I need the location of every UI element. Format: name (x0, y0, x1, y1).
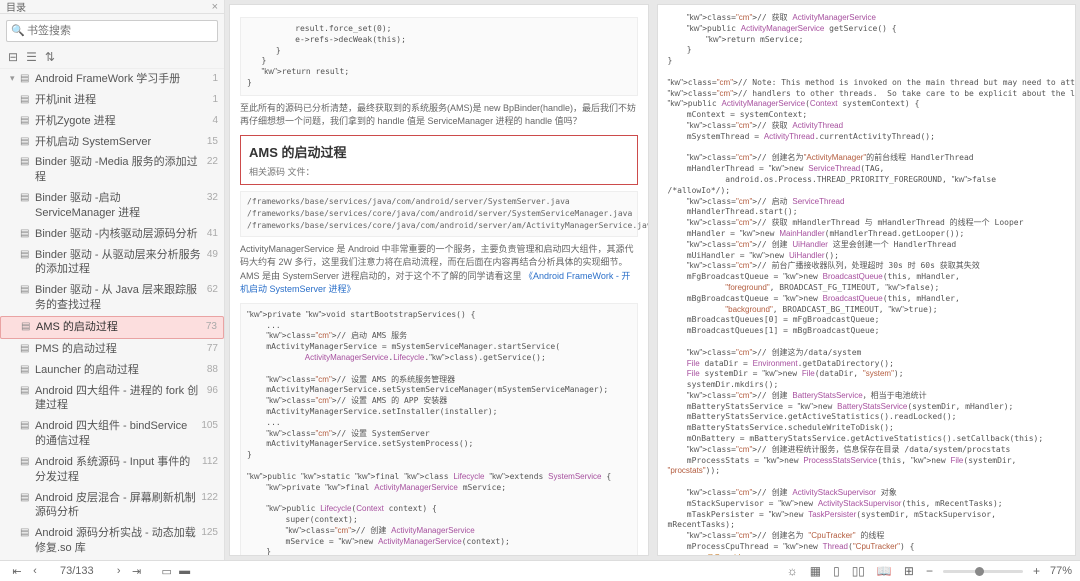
doc-icon: ▤ (20, 419, 32, 433)
doc-icon: ▤ (20, 155, 32, 169)
doc-icon: ▤ (20, 491, 32, 505)
nav-prev-icon[interactable]: ‹ (26, 565, 44, 577)
doc-icon: ▤ (20, 191, 32, 205)
zoom-control: − + 77% (920, 564, 1072, 578)
bookmark-item[interactable]: ▤AMS 的启动过程73 (0, 316, 224, 339)
doc-icon: ▤ (20, 227, 32, 241)
bookmark-item[interactable]: ▤Binder 驱动 -启动 ServiceManager 进程32 (0, 188, 224, 224)
nav-first-icon[interactable]: ⇤ (8, 565, 26, 578)
sidebar-title: 目录 (6, 0, 26, 14)
bookmark-item[interactable]: ▤Android 四大组件 - bindService 的通信过程105 (0, 416, 224, 452)
zoom-value: 77% (1050, 565, 1072, 577)
read-mode-icon[interactable]: 📖 (877, 564, 892, 578)
doc-icon: ▤ (20, 384, 32, 398)
doc-icon: ▤ (20, 455, 32, 469)
doc-icon: ▤ (20, 93, 32, 107)
bookmark-item[interactable]: ▤Binder 驱动 -Media 服务的添加过程22 (0, 152, 224, 188)
paragraph: ActivityManagerService 是 Android 中非常重要的一… (240, 243, 638, 297)
section-heading-box: AMS 的启动过程 相关源码 文件： (240, 135, 638, 185)
zoom-out-icon[interactable]: − (926, 564, 933, 578)
collapse-icon[interactable]: ⊟ (8, 50, 18, 64)
doc-icon: ▤ (20, 342, 32, 356)
doc-icon: ▤ (20, 135, 32, 149)
bookmark-item[interactable]: ▤Android 四大组件 - 进程的 fork 创建过程96 (0, 381, 224, 417)
grid-view-icon[interactable]: ▦ (810, 564, 821, 578)
doc-icon: ▤ (21, 320, 33, 334)
bookmark-item[interactable]: ▤Android 系统源码 - Input 事件的分发过程112 (0, 452, 224, 488)
close-icon[interactable]: × (212, 1, 218, 13)
fit-page-icon[interactable]: ▭ (158, 565, 176, 578)
doc-icon: ▤ (20, 72, 32, 86)
single-page-icon[interactable]: ▯ (833, 564, 840, 578)
bookmark-item[interactable]: ▤Android 源码分析实战 - 动态加载修复.so 库125 (0, 523, 224, 559)
sidebar-header: 目录 × (0, 0, 224, 14)
doc-icon: ▤ (20, 114, 32, 128)
code-block-2: "kw">private "kw">void startBootstrapSer… (247, 310, 631, 556)
doc-icon: ▤ (20, 526, 32, 540)
two-page-icon[interactable]: ▯▯ (852, 564, 865, 578)
status-bar: ⇤ ‹ 73/133 › ⇥ ▭ ▬ ☼ ▦ ▯ ▯▯ 📖 ⊞ − + 77% (0, 560, 1080, 581)
page-right: "kw">class="cm">// 获取 ActivityManagerSer… (657, 4, 1077, 556)
expand-icon[interactable]: ▾ (10, 72, 20, 84)
bookmark-item[interactable]: ▤Binder 驱动 -内核驱动层源码分析41 (0, 224, 224, 245)
code-block-3: "kw">class="cm">// 获取 ActivityManagerSer… (668, 13, 1066, 556)
bookmark-item[interactable]: ▤Android 皮层混合 - 屏幕刷新机制源码分析122 (0, 488, 224, 524)
doc-icon: ▤ (20, 283, 32, 297)
paragraph: 至此所有的源码已分析清楚，最终获取到的系统服务(AMS)是 new BpBind… (240, 102, 638, 129)
bookmark-root[interactable]: ▾▤Android FrameWork 学习手册1 (0, 69, 224, 90)
search-icon: 🔍 (11, 24, 25, 37)
bookmark-item[interactable]: ▤开机Zygote 进程4 (0, 111, 224, 132)
bookmark-item[interactable]: ▤Binder 驱动 - 从驱动层来分析服务的添加过程49 (0, 245, 224, 281)
search-input[interactable] (6, 20, 218, 42)
nav-last-icon[interactable]: ⇥ (128, 565, 146, 578)
section-subtitle: 相关源码 文件： (249, 165, 629, 178)
bookmark-tree[interactable]: ▾▤Android FrameWork 学习手册1▤开机init 进程1▤开机Z… (0, 69, 224, 569)
bookmark-item[interactable]: ▤Launcher 的启动过程88 (0, 360, 224, 381)
file-list: /frameworks/base/services/java/com/andro… (240, 191, 638, 237)
document-viewport: result.force_set(0); e->refs->decWeak(th… (225, 0, 1080, 560)
list-icon[interactable]: ☰ (26, 50, 37, 64)
bookmark-item[interactable]: ▤开机init 进程1 (0, 90, 224, 111)
section-title: AMS 的启动过程 (249, 142, 629, 161)
sort-icon[interactable]: ⇅ (45, 50, 55, 64)
bookmark-item[interactable]: ▤PMS 的启动过程77 (0, 339, 224, 360)
doc-icon: ▤ (20, 363, 32, 377)
nav-next-icon[interactable]: › (110, 565, 128, 577)
code-block-1: result.force_set(0); e->refs->decWeak(th… (247, 24, 631, 89)
sidebar-panel: 目录 × 🔍 ⊟ ☰ ⇅ ▾▤Android FrameWork 学习手册1▤开… (0, 0, 225, 560)
fit-width-icon[interactable]: ▬ (176, 565, 194, 577)
page-left: result.force_set(0); e->refs->decWeak(th… (229, 4, 649, 556)
page-info: 73/133 (60, 565, 94, 577)
zoom-in-icon[interactable]: + (1033, 564, 1040, 578)
brightness-icon[interactable]: ☼ (787, 564, 798, 578)
bookmark-item[interactable]: ▤开机启动 SystemServer15 (0, 132, 224, 153)
zoom-slider[interactable] (943, 570, 1023, 573)
zoom-knob[interactable] (975, 567, 984, 576)
tool-icon[interactable]: ⊞ (904, 564, 914, 578)
sidebar-toolbar: ⊟ ☰ ⇅ (0, 46, 224, 69)
doc-icon: ▤ (20, 248, 32, 262)
bookmark-item[interactable]: ▤Binder 驱动 - 从 Java 层来跟踪服务的查找过程62 (0, 280, 224, 316)
